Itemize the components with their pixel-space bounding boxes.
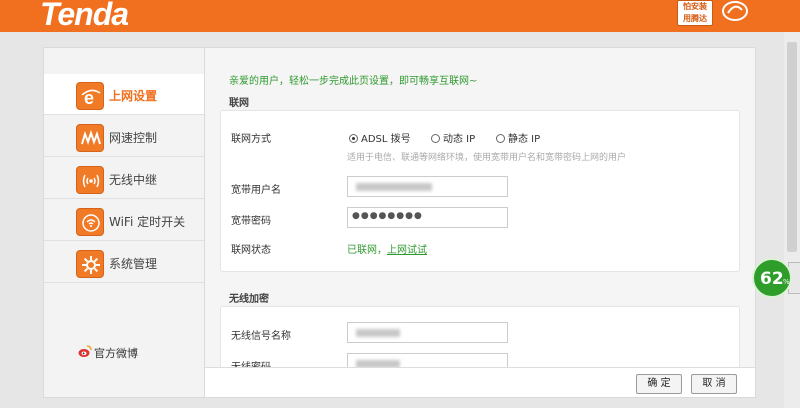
sidebar: e 上网设置 网速控制 无线中继 WiFi 定时开关 系统管理 官方微博 — [43, 47, 206, 398]
wifi-timer-icon — [76, 208, 104, 236]
speed-wave-icon — [76, 124, 104, 152]
gear-icon — [76, 250, 104, 278]
try-internet-link[interactable]: 上网试试 — [387, 245, 427, 256]
wireless-relay-icon — [76, 166, 104, 194]
wireless-ssid-input[interactable] — [347, 322, 508, 343]
ie-icon: e — [76, 82, 104, 110]
speed-value: 62 — [760, 269, 784, 289]
connection-status: 已联网，上网试试 — [347, 245, 427, 256]
badge-line2: 用腾达 — [683, 14, 707, 23]
sidebar-item-label: 系统管理 — [109, 257, 158, 271]
official-weibo-link[interactable]: 官方微博 — [94, 345, 138, 361]
partner-logo-icon — [722, 1, 748, 21]
broadband-password-input[interactable]: ●●●●●●●● — [347, 207, 508, 228]
top-header: Tenda 怕安装 用腾达 — [0, 0, 800, 32]
sidebar-item-system-management[interactable]: 系统管理 — [44, 242, 205, 283]
network-section-title: 联网 — [229, 98, 249, 109]
tenda-logo: Tenda — [40, 0, 129, 32]
welcome-message: 亲爱的用户，轻松一步完成此页设置，即可畅享互联网~ — [229, 76, 478, 87]
cancel-button[interactable]: 取 消 — [691, 374, 737, 394]
confirm-button[interactable]: 确 定 — [636, 374, 682, 394]
connection-mode-label: 联网方式 — [231, 134, 271, 145]
speed-widget[interactable]: 62 % — [752, 258, 792, 298]
install-badge: 怕安装 用腾达 — [677, 0, 713, 26]
scrollbar-thumb[interactable] — [787, 42, 797, 252]
wireless-section-title: 无线加密 — [229, 294, 269, 305]
radio-dynamic-ip[interactable]: 动态 IP — [431, 130, 475, 145]
speed-unit: % — [783, 278, 790, 286]
action-bar: 确 定 取 消 — [204, 367, 756, 398]
badge-line1: 怕安装 — [683, 2, 707, 11]
sidebar-item-label: WiFi 定时开关 — [109, 215, 186, 229]
sidebar-item-label: 无线中继 — [109, 173, 158, 187]
mode-hint: 适用于电信、联通等网络环境，使用宽带用户名和宽带密码上网的用户 — [347, 153, 627, 163]
broadband-username-input[interactable] — [347, 176, 508, 197]
weibo-icon — [78, 345, 92, 357]
password-label: 宽带密码 — [231, 216, 271, 227]
username-label: 宽带用户名 — [231, 185, 281, 196]
status-label: 联网状态 — [231, 245, 271, 256]
radio-static-ip[interactable]: 静态 IP — [496, 130, 540, 145]
sidebar-item-speed-control[interactable]: 网速控制 — [44, 116, 205, 157]
sidebar-item-internet-settings[interactable]: e 上网设置 — [44, 74, 206, 115]
sidebar-item-wireless-relay[interactable]: 无线中继 — [44, 158, 205, 199]
sidebar-item-label: 上网设置 — [109, 89, 158, 103]
sidebar-item-label: 网速控制 — [109, 131, 158, 145]
password-dots: ●●●●●●●● — [352, 211, 423, 221]
sidebar-item-wifi-timer[interactable]: WiFi 定时开关 — [44, 200, 205, 241]
main-panel: 亲爱的用户，轻松一步完成此页设置，即可畅享互联网~ 联网 联网方式 ADSL 拨… — [204, 47, 756, 398]
ssid-label: 无线信号名称 — [231, 331, 291, 342]
radio-adsl[interactable]: ADSL 拨号 — [349, 130, 411, 145]
network-card: 联网方式 ADSL 拨号 动态 IP 静态 IP 适用于电信、联通等网络环境，使… — [220, 110, 740, 272]
